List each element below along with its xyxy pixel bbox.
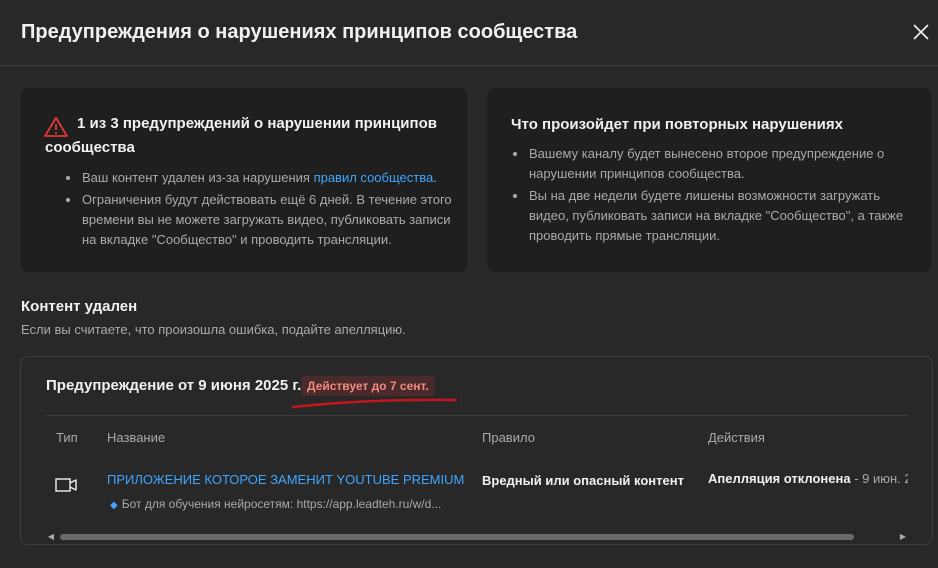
strike-card-title: 1 из 3 предупреждений о нарушении принци… [45, 115, 437, 156]
close-icon [913, 24, 929, 40]
content-removed-subtitle: Если вы считаете, что произошла ошибка, … [21, 322, 406, 337]
list-item: Вашему каналу будет вынесено второе пред… [511, 144, 911, 184]
strike-panel: Предупреждение от 9 июня 2025 г. Действу… [20, 356, 933, 545]
content-removed-title: Контент удален [21, 298, 138, 315]
strike-date-title: Предупреждение от 9 июня 2025 г. [46, 377, 302, 394]
dialog-title: Предупреждения о нарушениях принципов со… [21, 21, 578, 43]
column-header-title: Название [107, 430, 166, 445]
scroll-right-icon[interactable]: ▶ [898, 532, 908, 542]
list-item: Вы на две недели будете лишены возможнос… [511, 186, 911, 246]
expiry-badge: Действует до 7 сент. [301, 376, 435, 396]
horizontal-scrollbar[interactable]: ◀ ▶ [46, 531, 908, 541]
appeal-status: Апелляция отклонена [708, 471, 851, 486]
diamond-icon: ◆ [110, 500, 118, 511]
community-guidelines-link[interactable]: правил сообщества [314, 170, 434, 185]
scroll-left-icon[interactable]: ◀ [46, 532, 56, 542]
column-header-actions: Действия [708, 430, 765, 445]
video-title-link[interactable]: ПРИЛОЖЕНИЕ КОТОРОЕ ЗАМЕНИТ YOUTUBE PREMI… [107, 472, 464, 487]
table-row: ПРИЛОЖЕНИЕ КОТОРОЕ ЗАМЕНИТ YOUTUBE PREMI… [46, 455, 908, 519]
video-description: ◆ Бот для обучения нейросетям: https://ap… [110, 497, 442, 511]
column-header-rule: Правило [482, 430, 535, 445]
repeat-violations-card: Что произойдет при повторных нарушениях … [487, 88, 931, 272]
action-cell: Апелляция отклонена - 9 июн. 20 [708, 471, 908, 486]
scrollbar-thumb[interactable] [60, 534, 854, 540]
rule-cell: Вредный или опасный контент [482, 473, 684, 488]
video-camera-icon [55, 478, 77, 492]
repeat-card-title: Что произойдет при повторных нарушениях [511, 116, 843, 133]
strike-card-bullets: Ваш контент удален из-за нарушения прави… [64, 168, 454, 252]
red-underline-annotation [291, 398, 458, 409]
close-button[interactable] [909, 20, 933, 44]
list-item: Ваш контент удален из-за нарушения прави… [64, 168, 454, 188]
appeal-date: - 9 июн. 20 [854, 471, 908, 486]
table-header: Тип Название Правило Действия [46, 415, 908, 455]
column-header-type: Тип [56, 430, 78, 445]
strike-info-card: 1 из 3 предупреждений о нарушении принци… [21, 88, 467, 272]
repeat-card-bullets: Вашему каналу будет вынесено второе пред… [511, 144, 911, 248]
list-item: Ограничения будут действовать ещё 6 дней… [64, 190, 454, 250]
dialog-header: Предупреждения о нарушениях принципов со… [0, 0, 938, 66]
